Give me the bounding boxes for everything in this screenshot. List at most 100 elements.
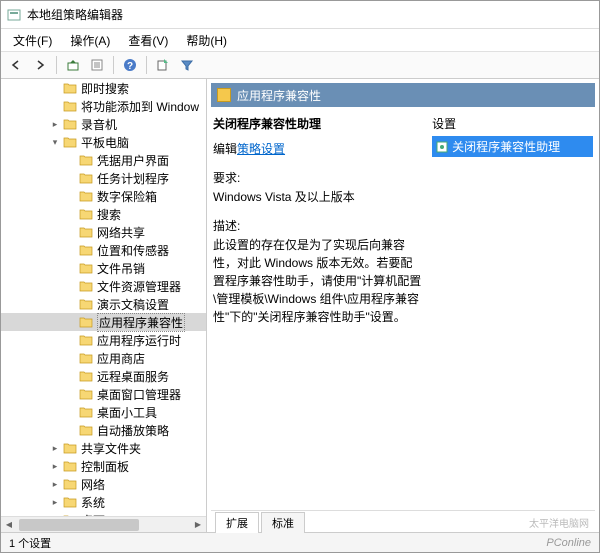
detail-description-panel: 关闭程序兼容性助理 编辑策略设置 要求: Windows Vista 及以上版本… — [213, 115, 422, 504]
tree-item[interactable]: 搜索 — [1, 205, 206, 223]
tree-toggle-icon — [65, 406, 77, 418]
properties-button[interactable] — [86, 54, 108, 76]
tree-item-label: 演示文稿设置 — [97, 296, 169, 313]
tree-item[interactable]: 桌面窗口管理器 — [1, 385, 206, 403]
tree-item[interactable]: 应用程序兼容性 — [1, 313, 206, 331]
titlebar: 本地组策略编辑器 — [1, 1, 599, 29]
tree-item[interactable]: ▸ 录音机 — [1, 115, 206, 133]
tree-item[interactable]: 应用商店 — [1, 349, 206, 367]
tree-toggle-icon — [65, 388, 77, 400]
back-button[interactable] — [5, 54, 27, 76]
tree-item[interactable]: 文件吊销 — [1, 259, 206, 277]
tree-item-label: 任务计划程序 — [97, 170, 169, 187]
tree-toggle-icon — [65, 190, 77, 202]
menu-action[interactable]: 操作(A) — [62, 30, 118, 51]
menubar: 文件(F) 操作(A) 查看(V) 帮助(H) — [1, 29, 599, 51]
tree-toggle-icon[interactable]: ▾ — [49, 136, 61, 148]
edit-policy-link[interactable]: 策略设置 — [237, 142, 285, 156]
tree-item[interactable]: ▸ 桌面 — [1, 511, 206, 516]
tree-item-label: 系统 — [81, 494, 105, 511]
tree-toggle-icon — [49, 100, 61, 112]
tree-toggle-icon — [65, 172, 77, 184]
tree-item[interactable]: ▸共享文件夹 — [1, 439, 206, 457]
settings-list-panel: 设置 关闭程序兼容性助理 — [432, 115, 593, 504]
setting-title: 关闭程序兼容性助理 — [213, 115, 422, 132]
tree-toggle-icon[interactable]: ▸ — [49, 514, 61, 516]
tree-item[interactable]: 文件资源管理器 — [1, 277, 206, 295]
folder-icon — [63, 118, 77, 130]
tree-toggle-icon[interactable]: ▸ — [49, 460, 61, 472]
folder-icon — [79, 352, 93, 364]
tree-item-label: 桌面 — [81, 512, 105, 517]
tree-item[interactable]: 数字保险箱 — [1, 187, 206, 205]
folder-icon — [63, 136, 77, 148]
tree-item[interactable]: ▸ 系统 — [1, 493, 206, 511]
folder-icon — [79, 406, 93, 418]
tree-item-label: 平板电脑 — [81, 134, 129, 151]
scroll-left-icon[interactable]: ◀ — [1, 517, 17, 533]
scroll-thumb[interactable] — [19, 519, 139, 531]
tree-item[interactable]: 网络共享 — [1, 223, 206, 241]
tree-toggle-icon — [65, 334, 77, 346]
tree-item[interactable]: ▾ 平板电脑 — [1, 133, 206, 151]
folder-icon — [79, 226, 93, 238]
tree-item-label: 数字保险箱 — [97, 188, 157, 205]
folder-icon — [79, 244, 93, 256]
scroll-right-icon[interactable]: ▶ — [190, 517, 206, 533]
forward-button[interactable] — [29, 54, 51, 76]
up-button[interactable] — [62, 54, 84, 76]
tree-item[interactable]: 将功能添加到 Window — [1, 97, 206, 115]
tree-item[interactable]: 远程桌面服务 — [1, 367, 206, 385]
tree-toggle-icon[interactable]: ▸ — [49, 118, 61, 130]
requirement-label: 要求: — [213, 169, 422, 186]
menu-file[interactable]: 文件(F) — [5, 30, 60, 51]
tree-toggle-icon — [65, 262, 77, 274]
tree-item[interactable]: 凭据用户界面 — [1, 151, 206, 169]
help-button[interactable]: ? — [119, 54, 141, 76]
column-header-setting[interactable]: 设置 — [432, 115, 593, 132]
tree-toggle-icon[interactable]: ▸ — [49, 442, 61, 454]
horizontal-scrollbar[interactable]: ◀ ▶ — [1, 516, 206, 532]
tree-toggle-icon[interactable]: ▸ — [49, 496, 61, 508]
tree-item-label: 应用商店 — [97, 350, 145, 367]
tree-item-label: 网络 — [81, 476, 105, 493]
tree-item[interactable]: 演示文稿设置 — [1, 295, 206, 313]
description-label: 描述: — [213, 217, 422, 234]
tree-toggle-icon — [65, 226, 77, 238]
menu-view[interactable]: 查看(V) — [120, 30, 176, 51]
folder-icon — [63, 442, 77, 454]
tree-item[interactable]: 应用程序运行时 — [1, 331, 206, 349]
menu-help[interactable]: 帮助(H) — [178, 30, 235, 51]
tree-toggle-icon — [65, 352, 77, 364]
policy-icon — [436, 141, 448, 153]
tree-item-label: 自动播放策略 — [97, 422, 169, 439]
folder-icon — [79, 262, 93, 274]
folder-icon — [63, 514, 77, 516]
folder-icon — [63, 82, 77, 94]
tree-scroll[interactable]: 即时搜索将功能添加到 Window ▸ 录音机 ▾ 平板电脑凭据用户界面任务计划程序数字… — [1, 79, 206, 516]
setting-list-item[interactable]: 关闭程序兼容性助理 — [432, 136, 593, 157]
tree-item[interactable]: 桌面小工具 — [1, 403, 206, 421]
export-button[interactable] — [152, 54, 174, 76]
app-icon — [7, 8, 21, 22]
folder-icon — [79, 298, 93, 310]
folder-icon — [79, 208, 93, 220]
detail-body: 关闭程序兼容性助理 编辑策略设置 要求: Windows Vista 及以上版本… — [207, 109, 599, 510]
tree-item[interactable]: 任务计划程序 — [1, 169, 206, 187]
tree-item[interactable]: 位置和传感器 — [1, 241, 206, 259]
tree-toggle-icon[interactable]: ▸ — [49, 478, 61, 490]
filter-button[interactable] — [176, 54, 198, 76]
toolbar: ? — [1, 51, 599, 79]
tree-item-label: 录音机 — [81, 116, 117, 133]
tab-extended[interactable]: 扩展 — [215, 512, 259, 533]
folder-icon — [63, 100, 77, 112]
tree-pane: 即时搜索将功能添加到 Window ▸ 录音机 ▾ 平板电脑凭据用户界面任务计划程序数字… — [1, 79, 207, 532]
edit-prefix: 编辑 — [213, 142, 237, 156]
tree-item[interactable]: 即时搜索 — [1, 79, 206, 97]
tree-item[interactable]: ▸控制面板 — [1, 457, 206, 475]
tree-toggle-icon — [49, 82, 61, 94]
tree-item[interactable]: 自动播放策略 — [1, 421, 206, 439]
tab-standard[interactable]: 标准 — [261, 512, 305, 533]
tree-item[interactable]: ▸ 网络 — [1, 475, 206, 493]
tree-toggle-icon — [65, 280, 77, 292]
